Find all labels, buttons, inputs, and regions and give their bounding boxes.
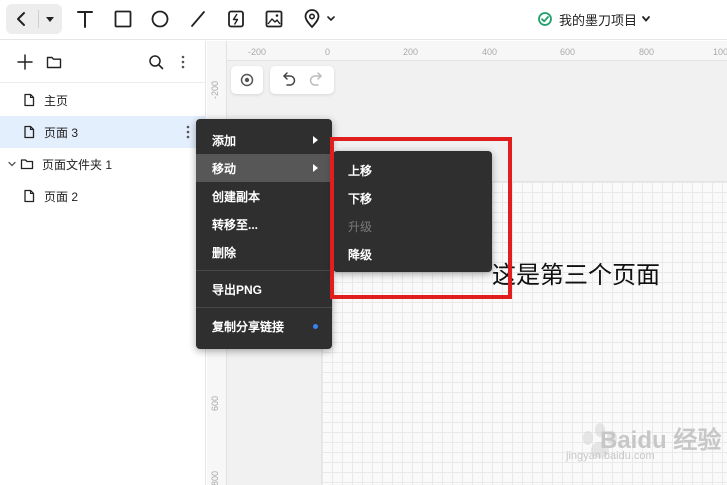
annotation-highlight-box	[330, 137, 512, 299]
undo-button[interactable]	[275, 66, 301, 94]
submenu-arrow-icon	[313, 136, 318, 144]
target-icon	[240, 73, 254, 87]
menu-item-duplicate[interactable]: 创建副本	[196, 182, 332, 210]
sidebar-more-button[interactable]	[177, 53, 189, 71]
pages-sidebar: 主页 页面 3 页面文件夹 1 页面 2	[0, 41, 206, 485]
sidebar-item-page-2[interactable]: 页面 2	[0, 180, 206, 212]
more-vertical-icon	[181, 55, 185, 69]
page-icon	[24, 125, 35, 139]
sidebar-item-home[interactable]: 主页	[0, 84, 206, 116]
horizontal-ruler[interactable]: -200 0 200 400 600 800 1000	[207, 41, 727, 61]
back-button[interactable]	[6, 4, 38, 34]
ruler-tick: 0	[325, 47, 331, 57]
menu-item-add[interactable]: 添加	[196, 126, 332, 154]
app-window: 我的墨刀项目 主页 页面 3 页面文件夹 1 页面 2 -200 0 200 4…	[0, 0, 727, 485]
page-text-element[interactable]: 这是第三个页面	[492, 255, 660, 290]
rectangle-tool-icon	[114, 10, 132, 28]
sidebar-item-page-3[interactable]: 页面 3	[0, 116, 206, 148]
add-folder-button[interactable]	[45, 53, 63, 71]
menu-item-label: 添加	[212, 133, 237, 148]
canvas-target-button[interactable]	[231, 66, 263, 94]
chevron-down-icon	[8, 161, 16, 167]
sidebar-header	[0, 41, 206, 83]
top-toolbar: 我的墨刀项目	[0, 0, 727, 40]
check-circle-icon	[538, 12, 552, 26]
ruler-tick: 400	[482, 47, 498, 57]
more-vertical-icon	[186, 125, 190, 139]
plus-icon	[17, 54, 33, 70]
menu-item-copy-share-link[interactable]: 复制分享链接	[196, 312, 332, 340]
menu-item-label: 删除	[212, 245, 237, 260]
sidebar-item-label: 主页	[44, 93, 69, 108]
sidebar-item-label: 页面文件夹 1	[42, 157, 113, 172]
menu-divider	[196, 307, 332, 308]
menu-item-label: 复制分享链接	[212, 319, 285, 334]
project-selector[interactable]: 我的墨刀项目	[538, 8, 655, 30]
ruler-tick: 800	[210, 471, 220, 485]
chevron-down-icon	[642, 16, 650, 22]
dropdown-icon	[46, 17, 54, 22]
menu-item-label: 移动	[212, 161, 237, 176]
history-controls	[270, 66, 334, 94]
component-tool-button[interactable]	[221, 5, 251, 33]
menu-item-delete[interactable]: 删除	[196, 238, 332, 266]
menu-item-label: 创建副本	[212, 189, 261, 204]
text-tool-icon	[77, 11, 93, 28]
history-dropdown-button[interactable]	[39, 4, 62, 34]
line-tool-button[interactable]	[183, 5, 213, 33]
new-badge-dot	[313, 324, 318, 329]
redo-icon	[309, 72, 322, 86]
folder-icon	[20, 159, 34, 170]
page-options-button[interactable]	[182, 124, 194, 140]
sidebar-item-folder-1[interactable]: 页面文件夹 1	[0, 148, 206, 180]
back-icon	[17, 12, 25, 26]
submenu-arrow-icon	[313, 164, 318, 172]
page-icon	[24, 93, 35, 107]
page-context-menu: 添加 移动 创建副本 转移至... 删除 导出PNG 复制分享链接	[196, 119, 332, 349]
ruler-tick: -200	[248, 47, 267, 57]
ruler-tick: 600	[560, 47, 576, 57]
rectangle-tool-button[interactable]	[108, 5, 138, 33]
watermark-url: jingyan.baidu.com	[566, 450, 655, 462]
menu-item-transfer[interactable]: 转移至...	[196, 210, 332, 238]
add-page-button[interactable]	[16, 53, 34, 71]
page-icon	[24, 189, 35, 203]
menu-divider	[196, 270, 332, 271]
circle-tool-icon	[151, 10, 169, 28]
circle-tool-button[interactable]	[145, 5, 175, 33]
search-pages-button[interactable]	[147, 53, 165, 71]
text-tool-button[interactable]	[70, 5, 100, 33]
menu-item-move[interactable]: 移动	[196, 154, 332, 182]
back-button-group	[6, 4, 62, 34]
ruler-tick: -200	[210, 81, 220, 100]
menu-item-label: 导出PNG	[212, 282, 263, 297]
redo-button[interactable]	[304, 66, 330, 94]
search-icon	[149, 55, 164, 70]
location-tool-button[interactable]	[297, 5, 341, 33]
image-tool-icon	[265, 10, 283, 28]
menu-item-label: 转移至...	[212, 217, 259, 232]
project-name: 我的墨刀项目	[559, 12, 638, 28]
ruler-tick: 600	[210, 396, 220, 412]
line-tool-icon	[191, 11, 205, 27]
folder-icon	[46, 56, 62, 69]
undo-icon	[283, 72, 296, 86]
ruler-tick: 1000	[713, 47, 727, 57]
sidebar-item-label: 页面 3	[44, 125, 79, 140]
ruler-tick: 800	[639, 47, 655, 57]
image-tool-button[interactable]	[259, 5, 289, 33]
menu-item-export-png[interactable]: 导出PNG	[196, 275, 332, 303]
location-tool-icon	[304, 9, 335, 28]
sidebar-item-label: 页面 2	[44, 189, 79, 204]
ruler-tick: 200	[403, 47, 419, 57]
component-tool-icon	[228, 10, 244, 28]
